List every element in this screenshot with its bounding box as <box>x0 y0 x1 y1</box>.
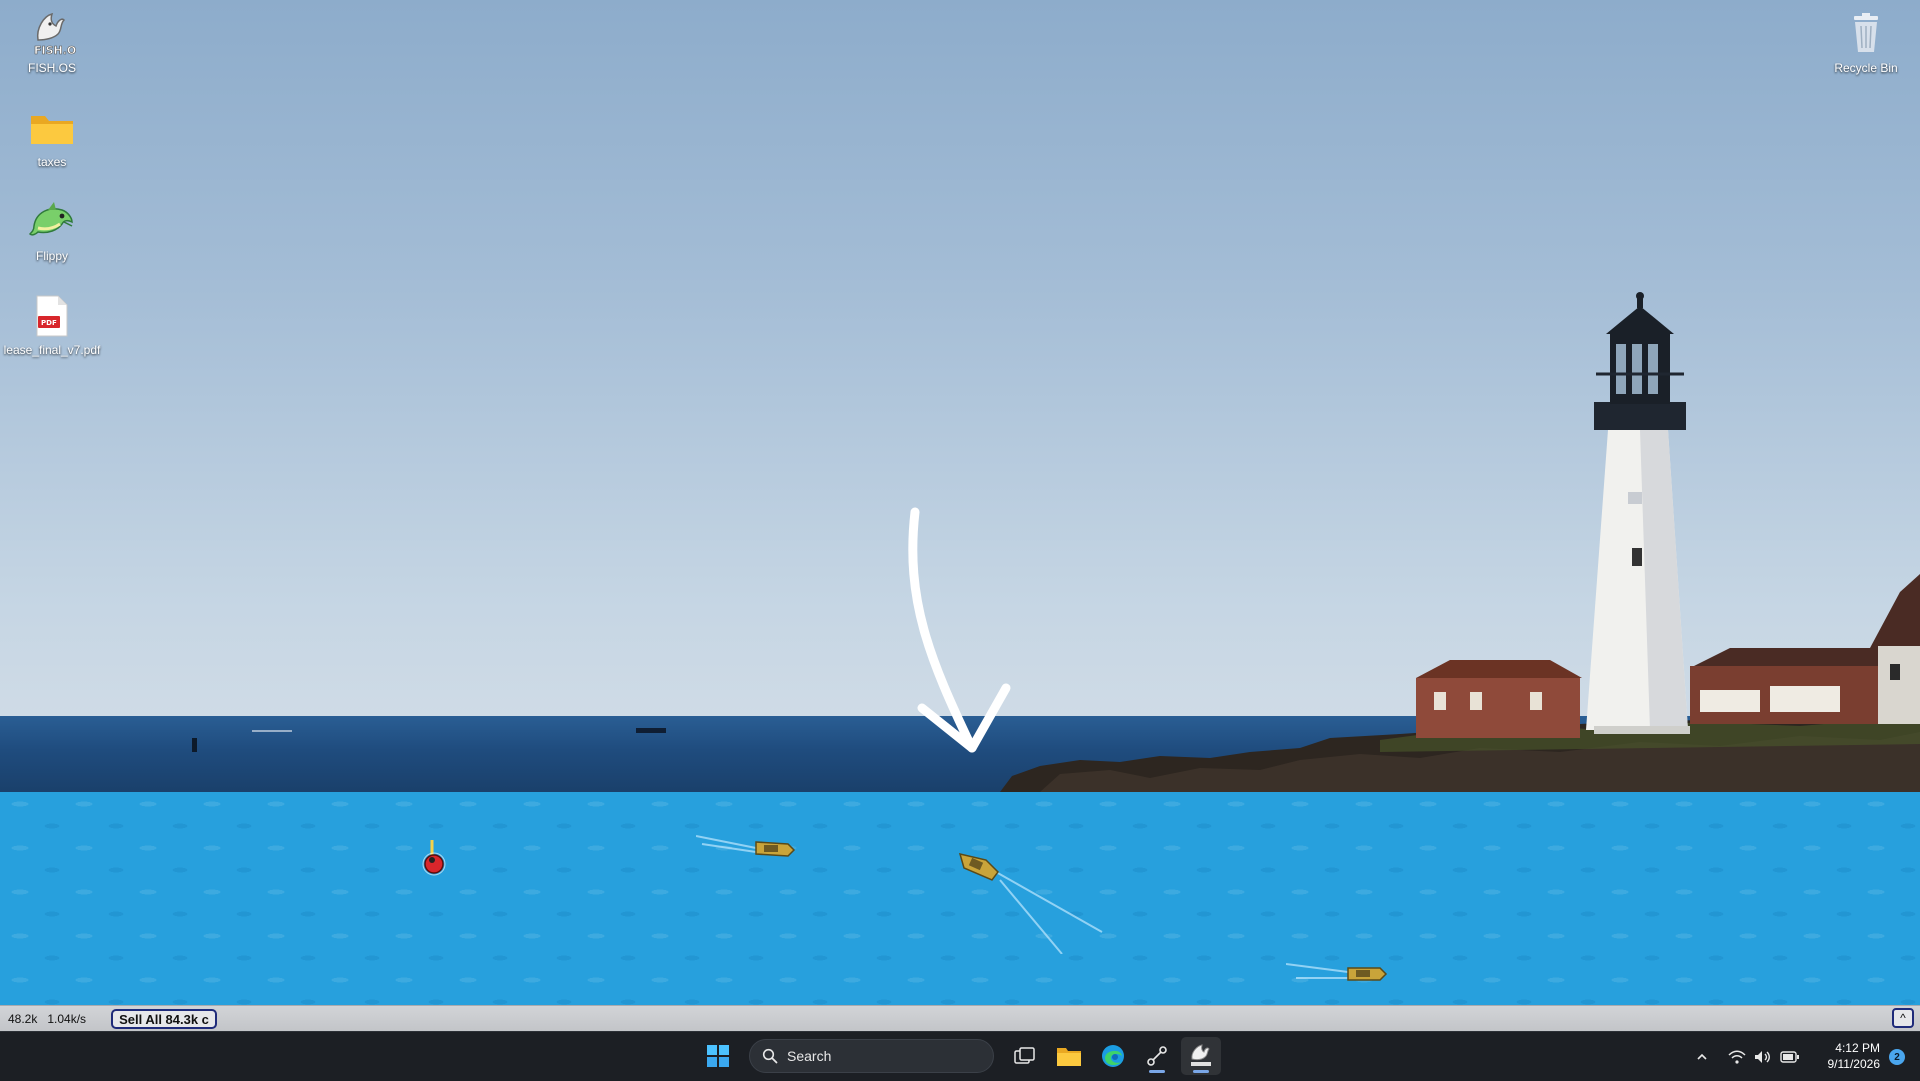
desktop-icon-taxes[interactable]: taxes <box>2 104 102 169</box>
taskbar-search-box[interactable]: Search <box>749 1039 994 1073</box>
desktop-icon-label: taxes <box>37 155 67 169</box>
desktop-icon-flippy[interactable]: Flippy <box>2 198 102 263</box>
tray-overflow-button[interactable] <box>1696 1032 1708 1081</box>
svg-text:PDF: PDF <box>41 319 57 327</box>
fishing-buoy[interactable] <box>420 838 450 876</box>
fishos-app-icon <box>1191 1044 1211 1066</box>
volume-button[interactable] <box>1754 1032 1772 1081</box>
folder-icon <box>28 104 76 152</box>
search-icon <box>762 1048 778 1064</box>
task-view-button[interactable] <box>1005 1037 1045 1075</box>
svg-text:FISH.OS: FISH.OS <box>34 44 76 57</box>
edge-button[interactable] <box>1093 1037 1133 1075</box>
keepers-house-roof <box>1416 660 1582 678</box>
desktop-icon-label: Recycle Bin <box>1834 61 1898 75</box>
fishing-boat[interactable] <box>1286 948 1390 988</box>
fishos-logo-icon: FISH.OS <box>28 10 76 58</box>
running-indicator <box>1149 1070 1165 1073</box>
desktop-icon-label: Flippy <box>35 249 68 263</box>
fishing-boat[interactable] <box>952 844 1112 954</box>
fishos-app-button[interactable] <box>1181 1037 1221 1075</box>
desktop-wallpaper <box>0 0 1920 792</box>
network-app-button[interactable] <box>1137 1037 1177 1075</box>
lighthouse-gallery <box>1594 404 1686 430</box>
chevron-up-icon <box>1697 1053 1707 1060</box>
game-status-bar: 48.2k 1.04k/s Sell All 84.3k c ^ <box>0 1005 1920 1032</box>
arrow-down-annotation <box>908 507 1011 753</box>
game-water-area[interactable] <box>0 792 1920 1005</box>
distant-boat <box>636 728 666 733</box>
collapse-panel-button[interactable]: ^ <box>1892 1008 1914 1028</box>
desktop-icon-label: FISH.OS <box>27 61 76 75</box>
sell-all-button[interactable]: Sell All 84.3k c <box>111 1009 217 1029</box>
desktop-icon-label: lease_final_v7.pdf <box>3 343 101 357</box>
pdf-file-icon: PDF <box>28 292 76 340</box>
wallpaper-scene <box>192 292 1920 792</box>
notification-badge[interactable]: 2 <box>1889 1049 1905 1065</box>
wifi-button[interactable] <box>1728 1032 1746 1081</box>
edge-icon <box>1102 1045 1124 1067</box>
file-explorer-button[interactable] <box>1049 1037 1089 1075</box>
start-button[interactable] <box>698 1037 738 1075</box>
dolphin-icon <box>28 198 76 246</box>
file-explorer-icon <box>1057 1048 1081 1066</box>
start-icon <box>707 1045 729 1067</box>
search-placeholder: Search <box>787 1048 832 1064</box>
volume-icon <box>1755 1050 1770 1063</box>
clock-time: 4:12 PM <box>1835 1041 1880 1055</box>
taskbar: Search 4:12 PM 9/11/2026 2 <box>0 1031 1920 1081</box>
coins-total: 48.2k <box>8 1012 38 1026</box>
taskbar-clock[interactable]: 4:12 PM 9/11/2026 <box>1808 1040 1881 1072</box>
running-indicator <box>1193 1070 1209 1073</box>
fishing-boat[interactable] <box>696 824 800 864</box>
distant-buoy <box>192 738 197 752</box>
network-app-icon <box>1147 1046 1167 1066</box>
battery-icon <box>1780 1050 1799 1063</box>
desktop-icon-fishos[interactable]: FISH.OS FISH.OS <box>2 10 102 75</box>
desktop-icon-recycle-bin[interactable]: Recycle Bin <box>1816 10 1916 75</box>
wifi-icon <box>1728 1050 1746 1064</box>
task-view-icon <box>1014 1047 1035 1064</box>
coins-per-second: 1.04k/s <box>47 1012 87 1026</box>
clock-date: 9/11/2026 <box>1827 1057 1881 1071</box>
recycle-bin-icon <box>1842 10 1890 58</box>
battery-button[interactable] <box>1780 1032 1800 1081</box>
desktop-icon-lease-pdf[interactable]: PDF lease_final_v7.pdf <box>2 292 102 357</box>
